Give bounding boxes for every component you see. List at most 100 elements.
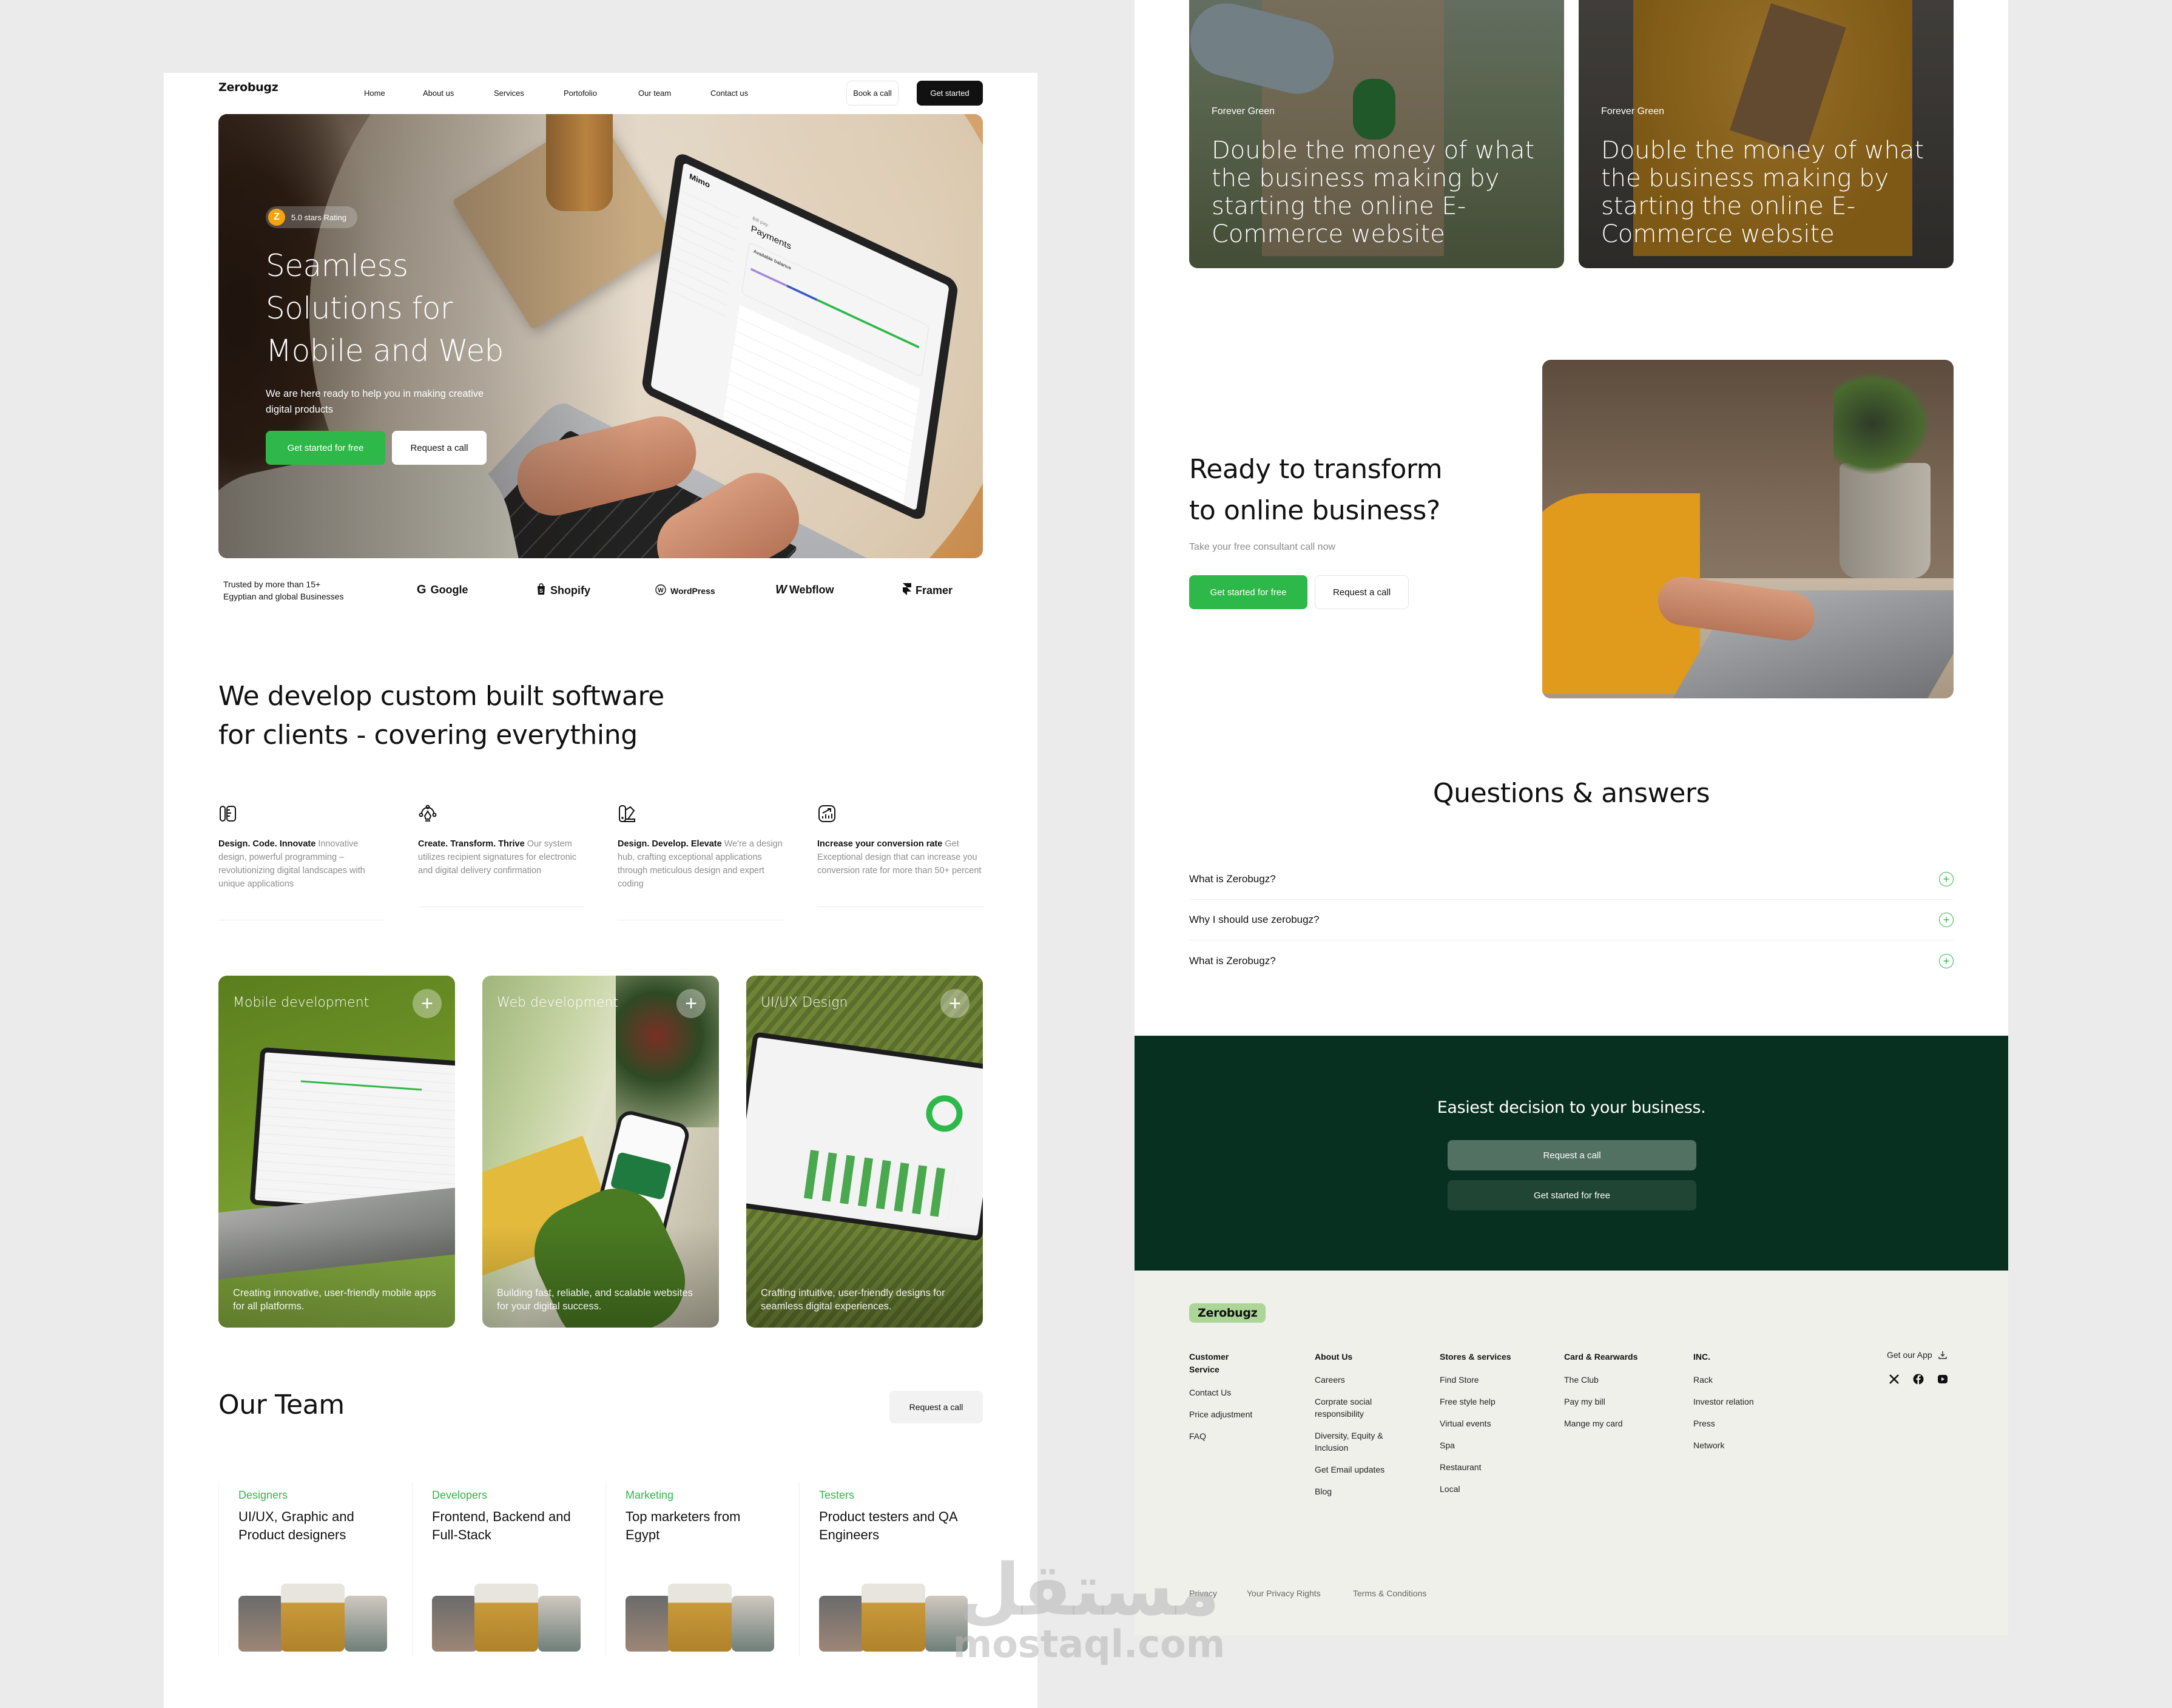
framer-icon — [903, 583, 911, 598]
team-heading: Our Team — [218, 1389, 345, 1420]
nav-services[interactable]: Services — [494, 89, 524, 98]
footer-link[interactable]: Get Email updates — [1315, 1463, 1406, 1476]
avatar — [626, 1596, 671, 1652]
story-tag: Forever Green — [1601, 106, 1665, 116]
nav-about[interactable]: About us — [423, 89, 454, 98]
footer-link[interactable]: Corprate social responsibility — [1315, 1396, 1406, 1420]
footer-link[interactable]: Blog — [1315, 1485, 1406, 1497]
story-card[interactable]: Forever Green Double the money of what t… — [1579, 0, 1954, 268]
service-card-web[interactable]: Web development + Building fast, reliabl… — [482, 976, 719, 1328]
trusted-text: Trusted by more than 15+ Egyptian and gl… — [223, 578, 343, 603]
transform-heading-line-1: Ready to transform — [1189, 454, 1443, 485]
service-title: Web development — [497, 995, 619, 1010]
feature-title: Design. Develop. Elevate — [618, 839, 722, 849]
service-title: Mobile development — [233, 995, 369, 1010]
transform-get-started-button[interactable]: Get started for free — [1189, 575, 1307, 609]
footer-link[interactable]: Pay my bill — [1564, 1396, 1667, 1408]
shopify-icon: S — [536, 583, 546, 598]
youtube-icon[interactable] — [1937, 1374, 1948, 1385]
hero-title: Seamless Solutions for Mobile and Web — [266, 245, 504, 372]
footer-link[interactable]: Spa — [1440, 1439, 1543, 1451]
hero-banner: Mimo Bill pay Payments Available balance… — [218, 114, 983, 558]
transform-heading: Ready to transform to online business? — [1189, 449, 1443, 532]
rating-badge: Z 5.0 stars Rating — [266, 206, 358, 228]
expand-plus-icon[interactable]: + — [676, 989, 706, 1018]
nav-portfolio[interactable]: Portofolio — [564, 89, 597, 98]
ruler-pencil-icon — [220, 806, 236, 822]
nav-logo[interactable]: Zerobugz — [218, 81, 278, 94]
intro-heading-line-2: for clients - covering everything — [218, 720, 638, 751]
wordpress-icon: W — [655, 584, 666, 597]
expand-plus-icon[interactable]: + — [1939, 953, 1954, 968]
footer-column-customer-service: Customer Service Contact Us Price adjustm… — [1189, 1351, 1280, 1452]
story-card[interactable]: Forever Green Double the money of what t… — [1189, 0, 1564, 268]
footer-link[interactable]: Local — [1440, 1483, 1543, 1495]
team-request-call-button[interactable]: Request a call — [889, 1391, 983, 1423]
footer-link[interactable]: Find Store — [1440, 1374, 1543, 1386]
nav-home[interactable]: Home — [364, 89, 385, 98]
google-icon: G — [417, 583, 427, 596]
vector-pen-icon — [419, 805, 437, 822]
cta-get-started-button[interactable]: Get started for free — [1448, 1180, 1696, 1210]
avatar — [281, 1584, 345, 1652]
team-category: Designers — [238, 1489, 288, 1501]
footer-link[interactable]: Virtual events — [1440, 1417, 1543, 1430]
service-card-mobile[interactable]: Mobile development + Creating innovative… — [218, 976, 455, 1328]
get-started-button[interactable]: Get started — [917, 81, 983, 106]
footer-link[interactable]: Free style help — [1440, 1396, 1543, 1408]
footer-link[interactable]: Press — [1693, 1417, 1796, 1430]
nav-team[interactable]: Our team — [638, 89, 671, 98]
footer-link[interactable]: Price adjustment — [1189, 1408, 1280, 1420]
privacy-link[interactable]: Privacy — [1189, 1588, 1217, 1598]
service-card-uiux[interactable]: UI/UX Design + Crafting intuitive, user-… — [746, 976, 983, 1328]
terms-link[interactable]: Terms & Conditions — [1353, 1588, 1426, 1598]
footer-column-stores: Stores & services Find Store Free style … — [1440, 1351, 1543, 1505]
faq-item[interactable]: What is Zerobugz? + — [1189, 859, 1954, 900]
feature-title: Increase your conversion rate — [817, 839, 943, 849]
facebook-icon[interactable] — [1913, 1374, 1924, 1385]
faq-item[interactable]: What is Zerobugz? + — [1189, 940, 1954, 981]
nav-contact[interactable]: Contact us — [710, 89, 748, 98]
brand-framer: Framer — [903, 583, 953, 598]
footer-link[interactable]: The Club — [1564, 1374, 1667, 1386]
team-avatars — [819, 1584, 968, 1652]
faq-question: What is Zerobugz? — [1189, 954, 1276, 967]
footer-link[interactable]: Rack — [1693, 1374, 1796, 1386]
team-group-designers: Designers UI/UX, Graphic and Product des… — [218, 1482, 411, 1656]
book-call-button[interactable]: Book a call — [846, 81, 899, 106]
footer-link[interactable]: Contact Us — [1189, 1386, 1280, 1399]
expand-plus-icon[interactable]: + — [940, 989, 970, 1018]
footer-column-about: About Us Careers Corprate social respons… — [1315, 1351, 1406, 1507]
footer-link[interactable]: FAQ — [1189, 1430, 1280, 1442]
footer-link[interactable]: Investor relation — [1693, 1396, 1796, 1408]
team-desc: Top marketers from Egypt — [626, 1509, 741, 1542]
feature-item: Increase your conversion rate Get Except… — [817, 804, 984, 907]
cta-request-call-button[interactable]: Request a call — [1448, 1140, 1696, 1170]
team-avatars — [238, 1584, 387, 1652]
download-icon — [1938, 1351, 1947, 1359]
get-app-link[interactable]: Get our App — [1887, 1350, 1947, 1360]
footer-link[interactable]: Restaurant — [1440, 1461, 1543, 1473]
hero-request-call-button[interactable]: Request a call — [392, 431, 487, 465]
footer-link[interactable]: Diversity, Equity & Inclusion — [1315, 1430, 1406, 1454]
footer-logo[interactable]: Zerobugz — [1189, 1303, 1266, 1323]
expand-plus-icon[interactable]: + — [413, 989, 442, 1018]
team-group-testers: Testers Product testers and QA Engineers — [799, 1482, 992, 1656]
footer-link[interactable]: Careers — [1315, 1374, 1406, 1386]
hero-get-started-button[interactable]: Get started for free — [266, 431, 385, 465]
feature-divider — [418, 906, 585, 907]
footer-column-heading: INC. — [1693, 1352, 1710, 1362]
privacy-rights-link[interactable]: Your Privacy Rights — [1247, 1588, 1321, 1598]
x-icon[interactable] — [1889, 1374, 1900, 1385]
brand-wordpress: W WordPress — [655, 584, 715, 597]
avatar — [538, 1596, 581, 1652]
footer-link[interactable]: Network — [1693, 1439, 1796, 1451]
team-desc: Frontend, Backend and Full-Stack — [432, 1509, 571, 1542]
transform-request-call-button[interactable]: Request a call — [1315, 575, 1409, 609]
service-desc: Creating innovative, user-friendly mobil… — [233, 1288, 436, 1312]
faq-item[interactable]: Why I should use zerobugz? + — [1189, 900, 1954, 940]
feature-divider — [817, 906, 984, 907]
footer-link[interactable]: Mange my card — [1564, 1417, 1667, 1430]
expand-plus-icon[interactable]: + — [1939, 872, 1954, 886]
expand-plus-icon[interactable]: + — [1939, 913, 1954, 927]
